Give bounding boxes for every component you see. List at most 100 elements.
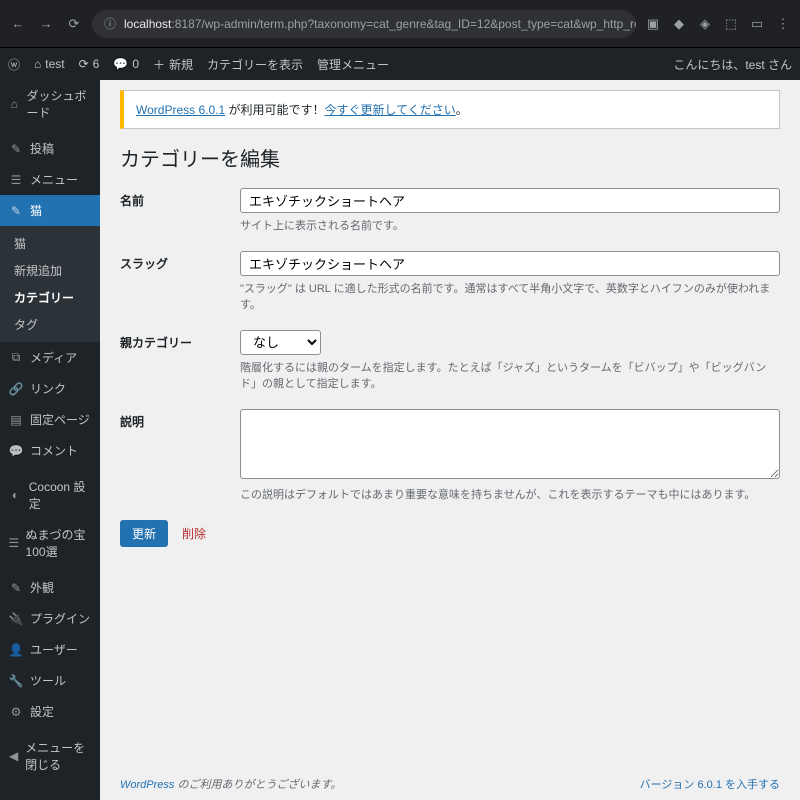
menu-label: ぬまづの宝100選 [26, 526, 92, 560]
url-host: localhost [124, 17, 171, 31]
menu-users[interactable]: 👤 ユーザー [0, 634, 100, 665]
new-label: 新規 [169, 56, 193, 73]
comments-count: 0 [132, 57, 139, 71]
greeting[interactable]: こんにちは、test さん [673, 56, 792, 73]
updates-link[interactable]: ⟳ 6 [79, 57, 100, 71]
comments-link[interactable]: 💬 0 [113, 57, 139, 71]
menu-label: Cocoon 設定 [29, 478, 92, 512]
url-bar[interactable]: ⓘ localhost:8187/wp-admin/term.php?taxon… [92, 10, 636, 38]
menu-cats[interactable]: ✎猫 [0, 195, 100, 226]
row-slug: スラッグ "スラッグ" は URL に適した形式の名前です。通常はすべて半角小文… [120, 251, 780, 312]
menu-links[interactable]: 🔗 リンク [0, 373, 100, 404]
row-parent: 親カテゴリー なし 階層化するには親のタームを指定します。たとえば「ジャズ」とい… [120, 330, 780, 391]
comment-icon: 💬 [8, 444, 24, 458]
update-button[interactable]: 更新 [120, 520, 168, 547]
menu-plugins[interactable]: 🔌 プラグイン [0, 603, 100, 634]
select-parent[interactable]: なし [240, 330, 321, 355]
menu-icon[interactable]: ⋮ [774, 15, 792, 33]
menu-label: 固定ページ [30, 411, 90, 428]
footer-thanks: のご利用ありがとうございます。 [174, 779, 341, 791]
menu-label: ダッシュボード [26, 87, 92, 121]
delete-link[interactable]: 削除 [182, 525, 206, 542]
desc-name: サイト上に表示される名前です。 [240, 217, 780, 233]
ext-icon-3[interactable]: ◈ [696, 15, 714, 33]
plugin-icon: 🔌 [8, 612, 24, 626]
menu-label: メニューを閉じる [25, 739, 92, 773]
menu-settings[interactable]: ⚙設定 [0, 696, 100, 727]
ext-icon-2[interactable]: ◆ [670, 15, 688, 33]
link-icon: 🔗 [8, 382, 24, 396]
reload-icon[interactable]: ⟳ [64, 14, 84, 34]
version-link[interactable]: バージョン 6.0.1 を入手する [640, 776, 780, 792]
site-link[interactable]: ⌂ test [34, 57, 65, 71]
show-category-link[interactable]: カテゴリーを表示 [207, 56, 303, 73]
textarea-description[interactable] [240, 409, 780, 479]
site-name: test [45, 57, 64, 71]
label-parent: 親カテゴリー [120, 330, 240, 351]
wp-version-link[interactable]: WordPress 6.0.1 [136, 103, 225, 117]
menu-menus[interactable]: ☰メニュー [0, 164, 100, 195]
wp-logo-icon[interactable]: ⓦ [8, 56, 20, 73]
menu-icon: ☰ [8, 173, 24, 187]
row-name: 名前 サイト上に表示される名前です。 [120, 188, 780, 233]
url-path: :8187/wp-admin/term.php?taxonomy=cat_gen… [171, 17, 636, 31]
page-icon: ▤ [8, 413, 24, 427]
submenu-cats: 猫 新規追加 カテゴリー タグ [0, 226, 100, 342]
main-content: WordPress 6.0.1 が利用可能です！今すぐ更新してください。 カテゴ… [100, 80, 800, 800]
sub-all[interactable]: 猫 [0, 230, 100, 257]
update-notice: WordPress 6.0.1 が利用可能です！今すぐ更新してください。 [120, 90, 780, 129]
menu-comments[interactable]: 💬コメント [0, 435, 100, 466]
row-description: 説明 この説明はデフォルトではあまり重要な意味を持ちませんが、これを表示するテー… [120, 409, 780, 502]
info-icon: ⓘ [104, 15, 116, 32]
admin-menu-link[interactable]: 管理メニュー [317, 56, 389, 73]
menu-media[interactable]: ⧉ メディア [0, 342, 100, 373]
admin-sidebar: ⌂ダッシュボード ✎投稿 ☰メニュー ✎猫 猫 新規追加 カテゴリー タグ ⧉メ… [0, 80, 100, 800]
input-name[interactable] [240, 188, 780, 213]
media-icon: ⧉ [8, 350, 24, 365]
form-actions: 更新 削除 [120, 520, 780, 547]
desc-slug: "スラッグ" は URL に適した形式の名前です。通常はすべて半角小文字で、英数… [240, 280, 780, 312]
cocoon-icon: ◐ [8, 488, 23, 502]
admin-footer: WordPress のご利用ありがとうございます。 バージョン 6.0.1 を入… [120, 776, 780, 792]
tool-icon: 🔧 [8, 674, 24, 688]
user-icon: 👤 [8, 643, 24, 657]
menu-tools[interactable]: 🔧ツール [0, 665, 100, 696]
wp-adminbar: ⓦ ⌂ test ⟳ 6 💬 0 ＋ 新規 カテゴリーを表示 管理メニュー こん… [0, 48, 800, 80]
menu-label: リンク [30, 380, 66, 397]
ext-icon-5[interactable]: ▭ [748, 15, 766, 33]
desc-description: この説明はデフォルトではあまり重要な意味を持ちませんが、これを表示するテーマも中… [240, 486, 780, 502]
sub-add-new[interactable]: 新規追加 [0, 257, 100, 284]
label-name: 名前 [120, 188, 240, 209]
updates-count: 6 [93, 57, 100, 71]
sub-category[interactable]: カテゴリー [0, 284, 100, 311]
browser-chrome: ← → ⟳ ⓘ localhost:8187/wp-admin/term.php… [0, 0, 800, 48]
ext-icon-1[interactable]: ▣ [644, 15, 662, 33]
menu-pages[interactable]: ▤ 固定ページ [0, 404, 100, 435]
menu-numazu[interactable]: ☰ぬまづの宝100選 [0, 519, 100, 567]
back-icon[interactable]: ← [8, 14, 28, 34]
new-link[interactable]: ＋ 新規 [153, 56, 193, 73]
menu-cocoon[interactable]: ◐ Cocoon 設定 [0, 471, 100, 519]
brush-icon: ✎ [8, 581, 24, 595]
ext-icon-4[interactable]: ⬚ [722, 15, 740, 33]
pin-icon: ✎ [8, 142, 24, 156]
menu-collapse[interactable]: ◀ メニューを閉じる [0, 732, 100, 780]
menu-label: メディア [30, 349, 77, 366]
menu-label: ユーザー [30, 641, 78, 658]
forward-icon[interactable]: → [36, 14, 56, 34]
input-slug[interactable] [240, 251, 780, 276]
menu-label: プラグイン [30, 610, 90, 627]
menu-posts[interactable]: ✎ 投稿 [0, 133, 100, 164]
update-now-link[interactable]: 今すぐ更新してください [325, 103, 456, 117]
label-slug: スラッグ [120, 251, 240, 272]
wp-footer-link[interactable]: WordPress [120, 779, 174, 791]
collapse-icon: ◀ [8, 749, 19, 763]
menu-label: 設定 [30, 703, 54, 720]
sub-tag[interactable]: タグ [0, 311, 100, 338]
menu-label: 猫 [30, 202, 42, 219]
menu-dashboard[interactable]: ⌂ ダッシュボード [0, 80, 100, 128]
menu-appearance[interactable]: ✎外観 [0, 572, 100, 603]
menu-label: 投稿 [30, 140, 54, 157]
page-title: カテゴリーを編集 [120, 143, 780, 172]
dashboard-icon: ⌂ [8, 97, 20, 111]
